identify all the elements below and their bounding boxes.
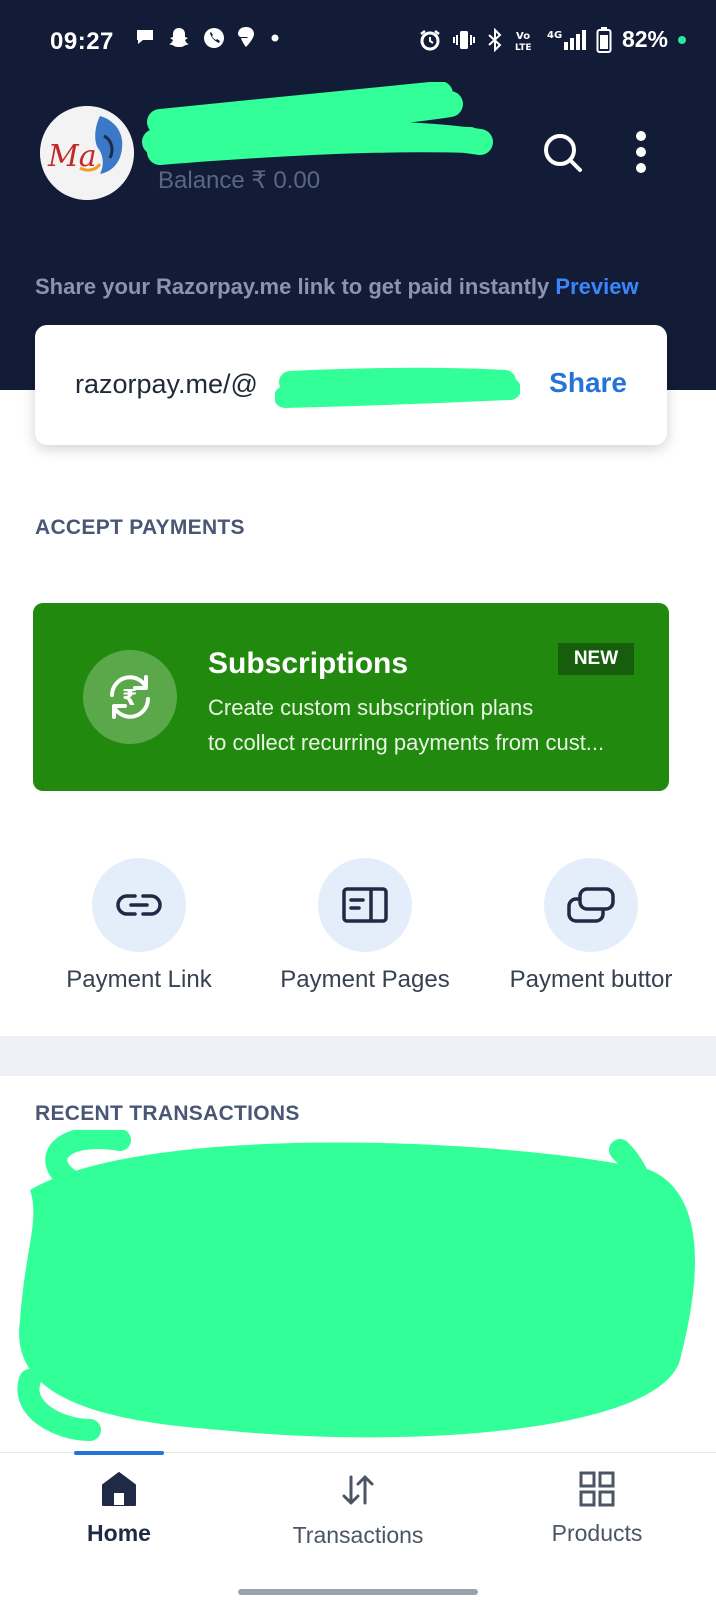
active-tab-indicator [74, 1451, 164, 1455]
swiggy-icon [236, 26, 258, 48]
notification-icons [134, 26, 292, 48]
payment-link-action[interactable]: Payment Link [39, 858, 239, 994]
redaction-scribble [275, 367, 520, 408]
subscriptions-description-line1: Create custom subscription plans [208, 695, 534, 720]
rupee-recurring-icon: ₹ [83, 650, 177, 744]
system-icons: Vo LTE 4G 82% [418, 26, 686, 53]
razorpay-me-card: razorpay.me/@ Share [35, 325, 667, 445]
nav-transactions[interactable]: Transactions [258, 1471, 458, 1549]
subscriptions-card[interactable]: ₹ Subscriptions NEW Create custom subscr… [33, 603, 669, 791]
page-icon [318, 858, 412, 952]
share-button[interactable]: Share [549, 367, 627, 399]
subscriptions-title: Subscriptions [208, 647, 409, 680]
button-icon [544, 858, 638, 952]
nav-products-label: Products [551, 1520, 643, 1546]
grid-icon [579, 1471, 615, 1507]
battery-icon [596, 26, 612, 53]
home-icon [102, 1472, 136, 1506]
privacy-dot [678, 35, 686, 44]
svg-text:Vo: Vo [516, 31, 530, 42]
preview-link[interactable]: Preview [555, 274, 638, 299]
share-hint-text: Share your Razorpay.me link to get paid … [35, 274, 550, 299]
redaction-scribble [17, 1130, 695, 1441]
whatsapp-icon [202, 26, 224, 48]
nav-transactions-label: Transactions [292, 1522, 424, 1548]
subscriptions-description-line2: to collect recurring payments from cust.… [208, 730, 605, 755]
section-divider [0, 1036, 716, 1076]
bluetooth-icon [488, 27, 502, 52]
payment-pages-action[interactable]: Payment Pages [265, 858, 465, 994]
svg-text:LTE: LTE [515, 43, 532, 52]
bottom-navigation: Home Transactions Products [0, 1451, 716, 1600]
business-avatar[interactable]: Ma [40, 106, 134, 200]
payment-button-action[interactable]: Payment buttor [491, 858, 691, 994]
signal-4g-icon: 4G [547, 29, 586, 50]
battery-percent: 82% [621, 26, 668, 52]
volte-icon: VoLTE [515, 31, 532, 52]
more-notifications-dot [270, 26, 292, 48]
share-link-hint: Share your Razorpay.me link to get paid … [35, 274, 639, 300]
accept-payments-heading: ACCEPT PAYMENTS [35, 516, 245, 539]
svg-text:₹: ₹ [122, 686, 137, 711]
payment-pages-label: Payment Pages [280, 966, 450, 993]
snapchat-icon [168, 26, 190, 48]
payment-link-label: Payment Link [66, 966, 212, 993]
link-icon [92, 858, 186, 952]
nav-home[interactable]: Home [19, 1471, 219, 1547]
nav-products[interactable]: Products [497, 1471, 697, 1547]
vibrate-icon [452, 30, 475, 49]
recent-transactions-heading: RECENT TRANSACTIONS [35, 1102, 300, 1125]
nav-home-label: Home [87, 1520, 151, 1546]
status-time: 09:27 [50, 28, 114, 55]
search-icon[interactable] [540, 130, 586, 176]
transfer-arrows-icon [342, 1475, 374, 1505]
razorpay-me-link[interactable]: razorpay.me/@ [75, 369, 258, 400]
more-options-icon[interactable] [618, 130, 664, 176]
chat-icon [134, 26, 156, 48]
redaction-scribble [142, 82, 493, 165]
svg-text:4G: 4G [547, 30, 562, 41]
status-bar: 09:27 Vo LTE 4G 82% [0, 22, 716, 62]
alarm-icon [420, 29, 440, 50]
payment-button-label: Payment buttor [509, 966, 673, 993]
gesture-handle[interactable] [238, 1589, 478, 1595]
new-badge: NEW [558, 643, 634, 675]
